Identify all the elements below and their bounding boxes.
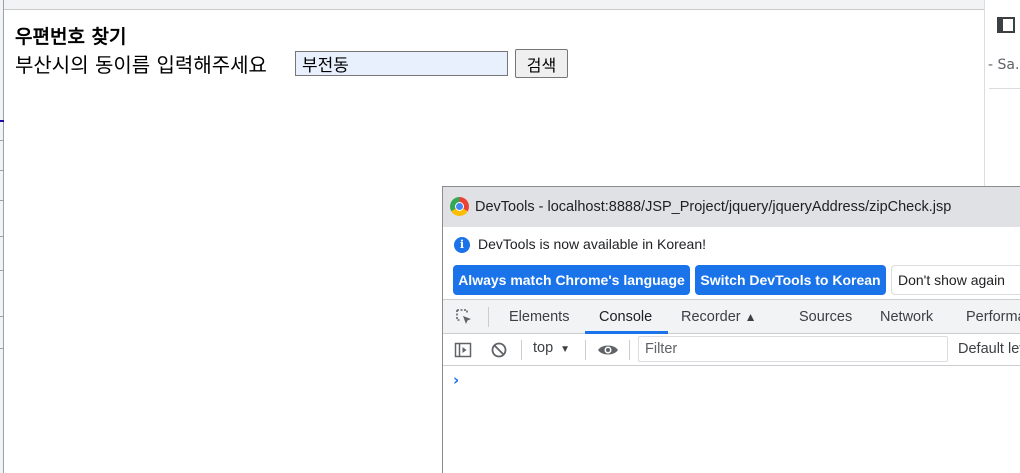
- divider: [585, 340, 586, 360]
- chrome-logo-icon: [450, 197, 469, 216]
- console-toolbar: top ▼ Default levels: [443, 334, 1020, 366]
- divider: [521, 340, 522, 360]
- inspect-element-icon[interactable]: [455, 308, 473, 326]
- divider: [488, 307, 489, 327]
- context-label: top: [533, 340, 554, 356]
- live-expression-eye-icon[interactable]: [597, 341, 619, 359]
- tab-performance[interactable]: Performance: [966, 309, 1020, 325]
- tab-recorder[interactable]: Recorder ▲: [681, 309, 757, 325]
- devtools-tabbar: Elements Console Recorder ▲ Sources Netwo…: [443, 299, 1020, 334]
- console-prompt-icon: ›: [453, 371, 460, 389]
- language-infobar: i DevTools is now available in Korean! A…: [443, 227, 1020, 299]
- tab-console[interactable]: Console: [599, 309, 652, 325]
- tab-sources[interactable]: Sources: [799, 309, 852, 325]
- always-match-language-button[interactable]: Always match Chrome's language: [453, 265, 690, 295]
- filter-input[interactable]: [638, 336, 948, 362]
- dropdown-arrow-icon: ▼: [560, 344, 571, 355]
- divider: [629, 340, 630, 360]
- show-sidebar-icon[interactable]: [454, 341, 472, 359]
- sidebar-toggle-icon[interactable]: [997, 17, 1015, 33]
- flask-icon: ▲: [744, 310, 757, 324]
- clear-console-icon[interactable]: [490, 341, 508, 359]
- switch-to-korean-button[interactable]: Switch DevTools to Korean: [695, 265, 886, 295]
- devtools-window-title: DevTools - localhost:8888/JSP_Project/jq…: [475, 199, 952, 215]
- devtools-window: DevTools - localhost:8888/JSP_Project/jq…: [442, 186, 1020, 473]
- log-levels-dropdown[interactable]: Default levels: [958, 341, 1020, 357]
- context-selector[interactable]: top ▼: [533, 340, 570, 356]
- dont-show-again-button[interactable]: Don't show again: [891, 265, 1020, 295]
- background-snippet: - Sa...: [988, 57, 1020, 73]
- page-title: 우편번호 찾기: [15, 26, 127, 48]
- info-icon: i: [454, 237, 470, 253]
- info-message: DevTools is now available in Korean!: [478, 236, 707, 252]
- devtools-titlebar[interactable]: DevTools - localhost:8888/JSP_Project/jq…: [443, 187, 1020, 227]
- console-output[interactable]: ›: [443, 367, 1020, 473]
- search-button[interactable]: 검색: [515, 49, 568, 78]
- tab-network[interactable]: Network: [880, 309, 933, 325]
- popup-address-bar: [4, 0, 984, 10]
- divider: [989, 88, 1020, 89]
- dong-input[interactable]: [295, 51, 508, 76]
- tab-recorder-label: Recorder: [681, 309, 741, 325]
- dong-prompt-label: 부산시의 동이름 입력해주세요: [15, 53, 267, 77]
- tab-elements[interactable]: Elements: [509, 309, 569, 325]
